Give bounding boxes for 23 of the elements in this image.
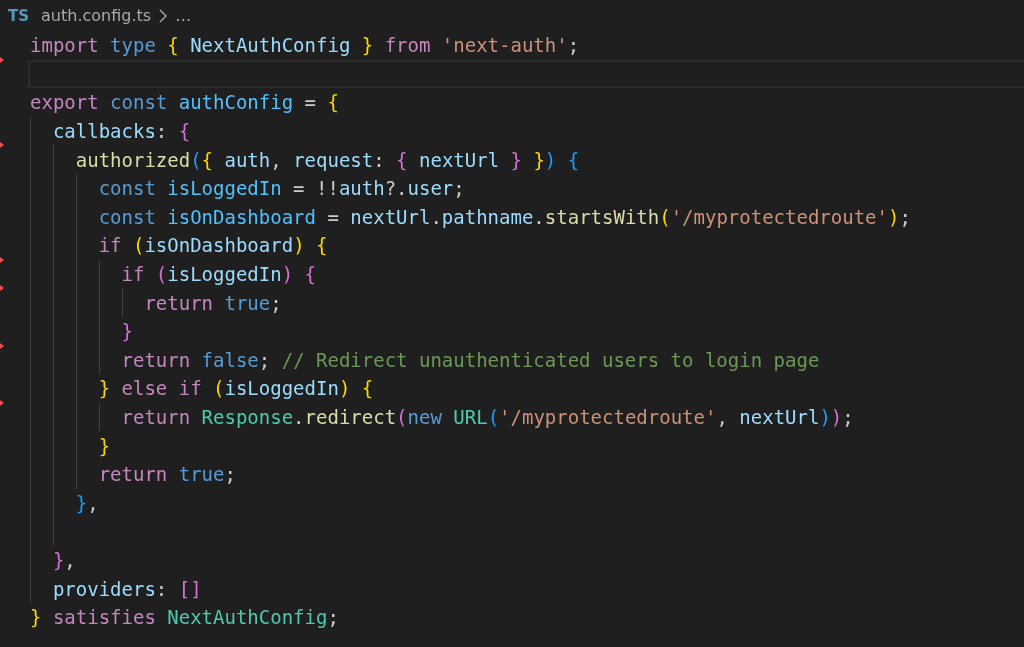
code-line: },: [52, 549, 76, 571]
code-line: export const authConfig = {: [30, 91, 339, 114]
code-line: },: [75, 491, 99, 514]
code-line: if (isOnDashboard) {: [98, 234, 328, 257]
code-line: authorized({ auth, request: { nextUrl } }) {: [75, 148, 580, 171]
code-line: providers: []: [52, 577, 202, 600]
code-line: } satisfies NextAuthConfig;: [30, 606, 339, 629]
typescript-file-label: TS: [8, 6, 30, 25]
breadcrumb-more[interactable]: …: [175, 6, 192, 25]
code-line: return false; // Redirect unauthenticated users to login page: [121, 348, 820, 371]
code-line: }: [98, 434, 111, 457]
code-line: if (isLoggedIn) {: [121, 263, 317, 286]
breadcrumb-file[interactable]: auth.config.ts: [41, 6, 152, 25]
code-line: callbacks: {: [52, 120, 191, 143]
code-line: import type { NextAuthConfig } from 'next-auth';: [30, 34, 580, 57]
code-line: return true;: [98, 463, 236, 486]
code-line: const isLoggedIn = !!auth?.user;: [98, 177, 465, 200]
code-line: return true;: [144, 291, 282, 314]
code-line: }: [121, 320, 133, 343]
chevron-right-icon: [159, 8, 168, 23]
code-line: return Response.redirect(new URL('/myprotectedroute', nextUrl));: [121, 406, 854, 428]
code-line: const isOnDashboard = nextUrl.pathname.startsWith('/myprotectedroute');: [98, 205, 911, 228]
code-line: } else if (isLoggedIn) {: [98, 377, 374, 400]
